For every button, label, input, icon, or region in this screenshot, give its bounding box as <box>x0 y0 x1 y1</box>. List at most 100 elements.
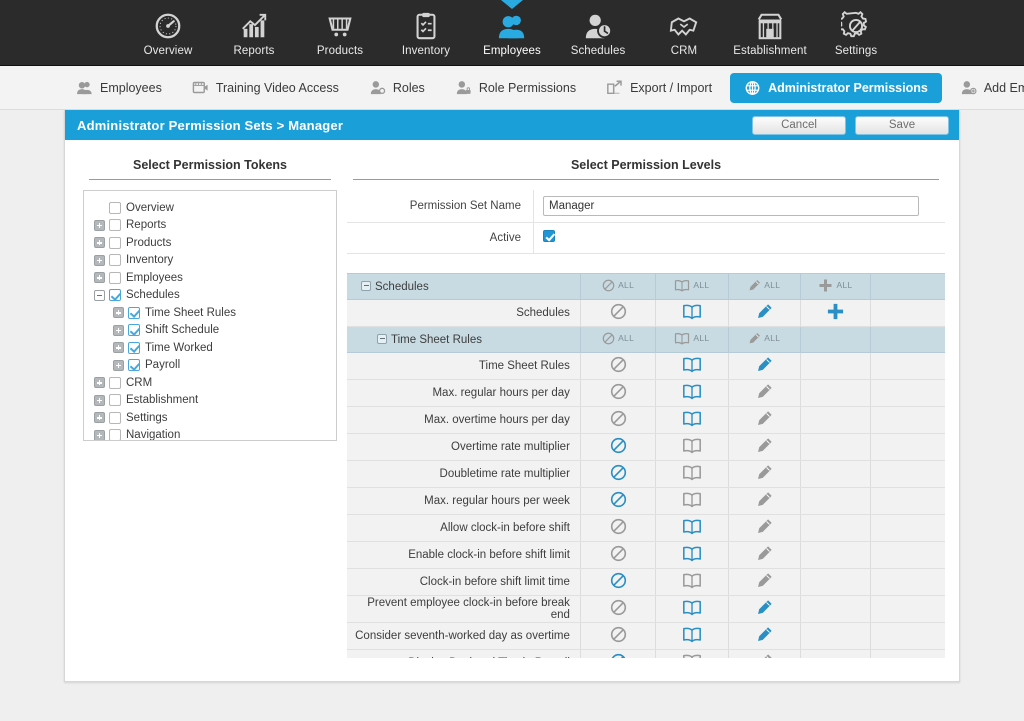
permission-edit-cell[interactable] <box>727 352 801 380</box>
permission-edit-cell[interactable] <box>727 568 801 596</box>
tree-item-checkbox[interactable] <box>109 254 121 266</box>
edit-icon[interactable] <box>756 518 773 535</box>
view-icon[interactable] <box>682 626 702 643</box>
edit-icon[interactable] <box>756 464 773 481</box>
permission-all-edit-cell[interactable]: ALL <box>727 326 801 353</box>
collapse-icon[interactable] <box>361 280 371 291</box>
cancel-button[interactable]: Cancel <box>752 115 846 135</box>
permission-view-cell[interactable] <box>655 460 729 488</box>
expand-icon[interactable] <box>113 342 124 353</box>
view-all-icon[interactable]: ALL <box>674 332 709 345</box>
permission-all-add-cell[interactable]: ALL <box>799 273 871 300</box>
edit-icon[interactable] <box>756 599 773 616</box>
view-icon[interactable] <box>682 491 702 508</box>
subnav-item-administrator-permissions[interactable]: Administrator Permissions <box>730 72 942 103</box>
none-icon[interactable] <box>610 518 627 535</box>
tree-item[interactable]: CRM <box>94 374 326 391</box>
add-all-icon[interactable]: ALL <box>818 278 852 293</box>
tree-item-checkbox[interactable] <box>128 306 140 319</box>
none-icon[interactable] <box>610 491 627 508</box>
none-icon[interactable] <box>610 437 627 454</box>
subnav-item-role-permissions[interactable]: Role Permissions <box>443 73 588 103</box>
view-all-icon[interactable]: ALL <box>674 279 709 292</box>
none-icon[interactable] <box>610 599 627 616</box>
none-all-icon[interactable]: ALL <box>602 279 634 292</box>
none-icon[interactable] <box>610 572 627 589</box>
permission-none-cell[interactable] <box>579 514 656 542</box>
none-icon[interactable] <box>610 356 627 373</box>
tree-item[interactable]: Navigation <box>94 427 326 440</box>
view-icon[interactable] <box>682 545 702 562</box>
permission-edit-cell[interactable] <box>727 595 801 623</box>
permission-view-cell[interactable] <box>655 649 729 658</box>
tree-item-checkbox[interactable] <box>109 376 121 389</box>
permission-row[interactable]: Max. regular hours per week <box>347 487 945 515</box>
view-icon[interactable] <box>682 572 702 589</box>
tree-item-checkbox[interactable] <box>109 201 121 214</box>
tree-item[interactable]: Establishment <box>94 392 326 409</box>
subnav-item-roles[interactable]: Roles <box>357 73 437 103</box>
permission-row[interactable]: Max. overtime hours per day <box>347 406 945 434</box>
tree-item-checkbox[interactable] <box>109 429 121 440</box>
none-icon[interactable] <box>610 545 627 562</box>
permission-all-view-cell[interactable]: ALL <box>655 273 729 300</box>
permission-row[interactable]: Display Declared Tips in Payroll <box>347 649 945 658</box>
permission-row[interactable]: Time Sheet Rules <box>347 352 945 380</box>
tree-item[interactable]: Products <box>94 234 326 251</box>
nav-item-crm[interactable]: CRM <box>641 4 727 66</box>
permission-view-cell[interactable] <box>655 406 729 434</box>
permission-edit-cell[interactable] <box>727 541 801 569</box>
nav-item-reports[interactable]: Reports <box>211 4 297 66</box>
none-icon[interactable] <box>610 653 627 658</box>
nav-item-employees[interactable]: Employees <box>469 0 555 66</box>
permission-set-name-input[interactable] <box>543 196 919 216</box>
collapse-icon[interactable] <box>377 333 387 344</box>
subnav-item-export-import[interactable]: Export / Import <box>594 73 724 103</box>
tree-item[interactable]: Reports <box>94 217 326 234</box>
expand-icon[interactable] <box>113 359 124 371</box>
tree-item[interactable]: Employees <box>94 269 326 286</box>
expand-icon[interactable] <box>94 237 105 248</box>
permission-group-row[interactable]: Schedules ALL ALL ALL ALL <box>347 273 945 300</box>
expand-icon[interactable] <box>94 429 105 440</box>
view-icon[interactable] <box>682 464 702 481</box>
subnav-item-training-video-access[interactable]: Training Video Access <box>180 73 351 103</box>
permission-edit-cell[interactable] <box>727 299 801 327</box>
add-icon[interactable] <box>826 302 845 321</box>
permission-edit-cell[interactable] <box>727 433 801 461</box>
edit-icon[interactable] <box>756 626 773 643</box>
subnav-item-add-employee[interactable]: Add Employee <box>948 73 1024 103</box>
permission-row[interactable]: Max. regular hours per day <box>347 379 945 407</box>
edit-icon[interactable] <box>756 572 773 589</box>
tree-item-checkbox[interactable] <box>109 236 121 249</box>
expand-icon[interactable] <box>94 254 105 266</box>
nav-item-schedules[interactable]: Schedules <box>555 4 641 66</box>
none-icon[interactable] <box>610 626 627 643</box>
permission-token-tree[interactable]: Overview Reports Products Inventory Employee… <box>83 190 337 441</box>
edit-all-icon[interactable]: ALL <box>748 332 780 345</box>
subnav-item-employees[interactable]: Employees <box>64 73 174 103</box>
expand-icon[interactable] <box>94 272 105 283</box>
nav-item-overview[interactable]: Overview <box>125 4 211 66</box>
permission-none-cell[interactable] <box>579 460 656 488</box>
permission-view-cell[interactable] <box>655 487 729 515</box>
expand-icon[interactable] <box>113 307 124 318</box>
edit-icon[interactable] <box>756 491 773 508</box>
view-icon[interactable] <box>682 437 702 454</box>
tree-item[interactable]: Time Sheet Rules <box>94 304 326 321</box>
permission-all-edit-cell[interactable]: ALL <box>727 273 801 300</box>
tree-item-checkbox[interactable] <box>109 411 121 424</box>
tree-item-checkbox[interactable] <box>109 271 121 284</box>
expand-icon[interactable] <box>94 377 105 388</box>
none-icon[interactable] <box>610 410 627 427</box>
permission-view-cell[interactable] <box>655 514 729 542</box>
permission-edit-cell[interactable] <box>727 649 801 658</box>
permission-all-view-cell[interactable]: ALL <box>655 326 729 353</box>
permission-edit-cell[interactable] <box>727 379 801 407</box>
tree-item[interactable]: Payroll <box>94 357 326 374</box>
edit-icon[interactable] <box>756 410 773 427</box>
tree-item-checkbox[interactable] <box>109 289 121 301</box>
permission-view-cell[interactable] <box>655 299 729 327</box>
permission-row[interactable]: Doubletime rate multiplier <box>347 460 945 488</box>
permission-add-cell[interactable] <box>799 299 871 327</box>
